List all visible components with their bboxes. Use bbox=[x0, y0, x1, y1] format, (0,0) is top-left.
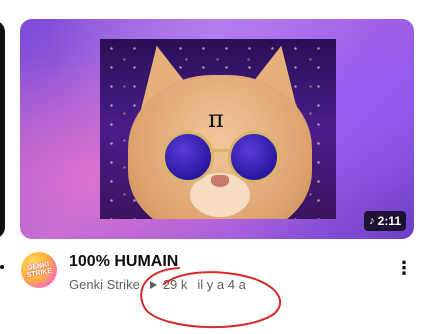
duration-text: 2:11 bbox=[377, 214, 401, 228]
pi-symbol: π bbox=[208, 105, 224, 133]
video-title[interactable]: 100% HUMAIN bbox=[69, 253, 178, 271]
video-meta: Genki Strike 29 k il y a 4 a bbox=[69, 277, 246, 292]
channel-name[interactable]: Genki Strike bbox=[69, 277, 140, 292]
upload-age: il y a 4 a bbox=[197, 277, 246, 292]
play-icon bbox=[149, 280, 157, 289]
sunglasses-right bbox=[228, 131, 280, 183]
sunglasses-left bbox=[162, 131, 214, 183]
channel-avatar[interactable]: GENKI STRIKE bbox=[21, 252, 57, 288]
video-thumbnail[interactable]: π ♪ 2:11 bbox=[20, 19, 414, 239]
avatar-logo-text: GENKI STRIKE bbox=[26, 261, 53, 280]
music-note-icon: ♪ bbox=[369, 215, 375, 227]
duration-badge: ♪ 2:11 bbox=[364, 211, 406, 231]
kebab-menu-icon[interactable]: ⋮ bbox=[395, 258, 413, 279]
view-count: 29 k bbox=[162, 277, 188, 292]
cat-illustration: π bbox=[128, 75, 312, 219]
previous-video-menu-dot[interactable] bbox=[0, 265, 4, 269]
thumbnail-image: π bbox=[100, 39, 336, 219]
red-circle-annotation bbox=[140, 267, 281, 329]
previous-video-thumbnail[interactable] bbox=[0, 20, 5, 239]
